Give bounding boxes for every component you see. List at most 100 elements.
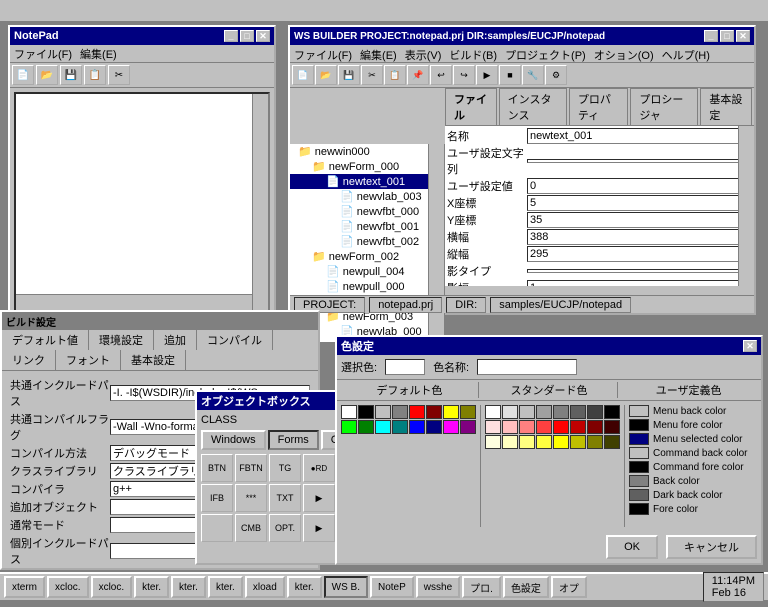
standard-color-10[interactable] <box>519 420 535 434</box>
color-list-item-3[interactable]: Command back color <box>629 447 757 459</box>
objbox-icon-tg[interactable]: TG <box>269 454 301 482</box>
taskbar-tab-t2[interactable]: xcloc. <box>47 576 89 598</box>
build-tab-add[interactable]: 追加 <box>154 330 197 350</box>
standard-color-19[interactable] <box>536 435 552 449</box>
taskbar-tab-t13[interactable]: 色設定 <box>503 576 549 598</box>
wsbuilder-menu-view[interactable]: 表示(V) <box>405 47 442 63</box>
notepad-menu-file[interactable]: ファイル(F) <box>14 46 72 62</box>
standard-color-11[interactable] <box>536 420 552 434</box>
standard-color-8[interactable] <box>485 420 501 434</box>
wsbuilder-menu-help[interactable]: ヘルプ(H) <box>662 47 710 63</box>
standard-color-5[interactable] <box>570 405 586 419</box>
props-tab-proc[interactable]: プロシージャ <box>630 88 698 125</box>
standard-color-22[interactable] <box>587 435 603 449</box>
notepad-scrollbar-h[interactable] <box>16 294 252 310</box>
color-selected-input[interactable] <box>385 359 425 375</box>
color-ok-btn[interactable]: OK <box>606 535 658 559</box>
props-tab-basic[interactable]: 基本設定 <box>700 88 752 125</box>
notepad-minimize-btn[interactable]: _ <box>224 30 238 42</box>
build-tab-env[interactable]: 環境設定 <box>89 330 154 350</box>
color-list-item-7[interactable]: Fore color <box>629 503 757 515</box>
standard-color-1[interactable] <box>502 405 518 419</box>
color-list-item-0[interactable]: Menu back color <box>629 405 757 417</box>
standard-color-15[interactable] <box>604 420 620 434</box>
wsbuilder-menu-edit[interactable]: 編集(E) <box>360 47 397 63</box>
wb-tb-copy[interactable]: 📋 <box>384 65 406 85</box>
notepad-copy-btn[interactable]: 📋 <box>84 65 106 85</box>
tree-item-0[interactable]: 📁 newwin000 <box>290 144 444 159</box>
taskbar-tab-t5[interactable]: kter. <box>171 576 206 598</box>
color-list-item-2[interactable]: Menu selected color <box>629 433 757 445</box>
color-name-input[interactable] <box>477 359 577 375</box>
tree-item-6[interactable]: 📄 newvfbt_002 <box>290 234 444 249</box>
color-list-item-6[interactable]: Dark back color <box>629 489 757 501</box>
color-list-item-5[interactable]: Back color <box>629 475 757 487</box>
props-tab-file[interactable]: ファイル <box>445 88 497 125</box>
taskbar-tab-t1[interactable]: xterm <box>4 576 45 598</box>
standard-color-21[interactable] <box>570 435 586 449</box>
default-color-1[interactable] <box>358 405 374 419</box>
default-color-8[interactable] <box>341 420 357 434</box>
wb-tb-b2[interactable]: ⚙ <box>545 65 567 85</box>
taskbar-tab-t7[interactable]: xload <box>245 576 285 598</box>
objbox-icon-arr1[interactable]: ▶ <box>303 484 335 512</box>
taskbar-tab-t11[interactable]: wsshe <box>416 576 460 598</box>
wsbuilder-menu-options[interactable]: オション(O) <box>594 47 654 63</box>
props-value-4[interactable]: 35 <box>527 212 752 228</box>
props-tab-props[interactable]: プロパティ <box>569 88 629 125</box>
standard-color-14[interactable] <box>587 420 603 434</box>
standard-color-16[interactable] <box>485 435 501 449</box>
objbox-tab-windows[interactable]: Windows <box>201 430 266 450</box>
taskbar-tab-t4[interactable]: kter. <box>134 576 169 598</box>
wsbuilder-close-btn[interactable]: ✕ <box>736 30 750 42</box>
color-list-item-4[interactable]: Command fore color <box>629 461 757 473</box>
standard-color-0[interactable] <box>485 405 501 419</box>
notepad-open-btn[interactable]: 📂 <box>36 65 58 85</box>
objbox-tab-forms[interactable]: Forms <box>268 430 319 450</box>
default-color-13[interactable] <box>426 420 442 434</box>
standard-color-2[interactable] <box>519 405 535 419</box>
default-color-3[interactable] <box>392 405 408 419</box>
standard-color-3[interactable] <box>536 405 552 419</box>
notepad-save-btn[interactable]: 💾 <box>60 65 82 85</box>
objbox-icon-star[interactable]: *** <box>235 484 267 512</box>
tree-item-5[interactable]: 📄 newvfbt_001 <box>290 219 444 234</box>
default-color-9[interactable] <box>358 420 374 434</box>
props-value-5[interactable]: 388 <box>527 229 752 245</box>
objbox-icon-fbtn[interactable]: FBTN <box>235 454 267 482</box>
standard-color-9[interactable] <box>502 420 518 434</box>
notepad-maximize-btn[interactable]: □ <box>240 30 254 42</box>
default-color-14[interactable] <box>443 420 459 434</box>
wsbuilder-menu-build[interactable]: ビルド(B) <box>449 47 497 63</box>
taskbar-tab-t14[interactable]: オプ <box>551 576 587 598</box>
objbox-icon-opt[interactable]: OPT. <box>269 514 301 542</box>
standard-color-23[interactable] <box>604 435 620 449</box>
default-color-6[interactable] <box>443 405 459 419</box>
default-color-4[interactable] <box>409 405 425 419</box>
standard-color-12[interactable] <box>553 420 569 434</box>
props-tab-instance[interactable]: インスタンス <box>499 88 567 125</box>
default-color-11[interactable] <box>392 420 408 434</box>
objbox-icon-rd[interactable]: ●RD <box>303 454 335 482</box>
objbox-icon-ifb[interactable]: IFB <box>201 484 233 512</box>
tree-item-3[interactable]: 📄 newvlab_003 <box>290 189 444 204</box>
standard-color-17[interactable] <box>502 435 518 449</box>
default-color-0[interactable] <box>341 405 357 419</box>
taskbar-tab-t9[interactable]: WS B. <box>324 576 368 598</box>
objbox-icon-btn[interactable]: BTN <box>201 454 233 482</box>
default-color-10[interactable] <box>375 420 391 434</box>
wb-tb-build[interactable]: ▶ <box>476 65 498 85</box>
default-color-15[interactable] <box>460 420 476 434</box>
notepad-new-btn[interactable]: 📄 <box>12 65 34 85</box>
notepad-close-btn[interactable]: ✕ <box>256 30 270 42</box>
props-value-2[interactable]: 0 <box>527 178 752 194</box>
props-value-0[interactable]: newtext_001 <box>527 128 752 144</box>
props-value-3[interactable]: 5 <box>527 195 752 211</box>
props-value-8[interactable]: 1 <box>527 280 752 286</box>
wsbuilder-minimize-btn[interactable]: _ <box>704 30 718 42</box>
props-value-7[interactable] <box>527 269 752 273</box>
color-settings-close-btn[interactable]: ✕ <box>743 340 757 352</box>
tree-item-1[interactable]: 📁 newForm_000 <box>290 159 444 174</box>
wb-tb-b1[interactable]: 🔧 <box>522 65 544 85</box>
taskbar-tab-t6[interactable]: kter. <box>208 576 243 598</box>
